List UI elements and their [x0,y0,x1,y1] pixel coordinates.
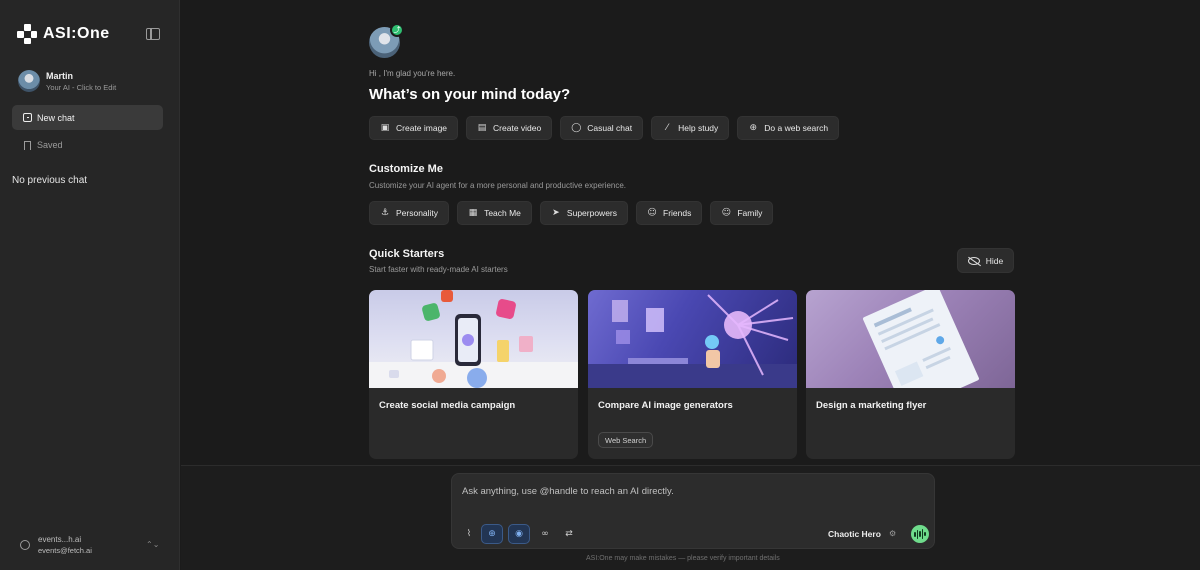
superpowers-button[interactable]: ➤ Superpowers [539,201,629,225]
chevron-updown-icon[interactable]: ⌃⌄ [146,540,159,549]
profile-name: Martin [46,70,73,81]
card-title: Compare AI image generators [598,400,733,411]
film-icon: ▤ [477,123,487,133]
card-illustration [588,290,797,388]
card-illustration [369,290,578,388]
empty-history-text: No previous chat [12,175,88,186]
customize-options: ⚓ Personality ▦ Teach Me ➤ Superpowers ☺… [369,201,774,225]
chip-label: Create video [493,123,542,133]
magic-wand-icon: ⁄ [666,123,668,133]
account-email: events@fetch.ai [38,546,92,555]
model-selector[interactable]: Chaotic Hero [828,529,881,539]
globe-toggle-icon[interactable]: ⊕ [481,524,503,544]
starter-card-social-media[interactable]: Create social media campaign [369,290,578,459]
send-icon: ➤ [552,208,560,218]
printer-icon: ▦ [468,208,478,218]
plus-icon [23,113,32,122]
hide-label: Hide [985,255,1004,266]
collapse-sidebar-icon[interactable] [146,28,160,40]
profile-card[interactable]: Martin Your AI - Click to Edit [18,70,116,92]
swap-icon[interactable]: ⇄ [558,524,580,544]
main-content: ⤴ Hi , I'm glad you're here. What’s on y… [181,0,1200,570]
quick-actions: ▣ Create image ▤ Create video ◯ Casual c… [369,116,840,140]
chat-bubble-icon: ◯ [571,123,582,133]
users-icon: ☺ [721,208,732,218]
teach-me-button[interactable]: ▦ Teach Me [457,201,532,225]
chip-label: Personality [396,208,439,218]
eye-off-icon [967,256,980,265]
social-media-illustration [369,290,578,388]
starter-card-ai-image-generators[interactable]: Compare AI image generators Web Search [588,290,797,459]
casual-chat-button[interactable]: ◯ Casual chat [560,116,644,140]
quick-starters-subtitle: Start faster with ready-made AI starters [369,265,508,274]
app-logo[interactable]: ASI:One [17,24,110,44]
create-video-button[interactable]: ▤ Create video [466,116,553,140]
hide-button[interactable]: Hide [957,248,1014,273]
web-search-tag: Web Search [598,432,654,448]
chip-label: Family [737,208,763,218]
chip-label: Create image [396,123,448,133]
voice-button[interactable] [911,525,929,543]
link-icon[interactable]: ∞ [534,524,556,544]
sidebar: ASI:One Martin Your AI - Click to Edit N… [0,0,180,570]
starter-card-marketing-flyer[interactable]: Design a marketing flyer [806,290,1015,459]
page-title: What’s on your mind today? [369,86,571,103]
quick-starters-title: Quick Starters [369,248,445,260]
greeting-text: Hi , I'm glad you're here. [369,69,456,78]
agent-toggle-icon[interactable]: ◉ [508,524,530,544]
saved-button[interactable]: Saved [24,140,63,150]
customize-subtitle: Customize your AI agent for a more perso… [369,181,627,190]
image-icon: ▣ [380,123,390,133]
family-button[interactable]: ☺ Family [710,201,774,225]
paperclip-icon[interactable]: ⌇ [458,524,480,544]
user-circle-icon [20,540,30,550]
anchor-icon: ⚓ [380,208,390,218]
flyer-illustration [863,290,979,388]
create-image-button[interactable]: ▣ Create image [369,116,459,140]
chip-label: Do a web search [764,123,829,133]
logo-text: ASI:One [43,25,110,42]
account-name: events...h.ai [38,535,82,544]
card-illustration [806,290,1015,388]
new-chat-button[interactable]: New chat [12,105,163,130]
chip-label: Teach Me [484,208,521,218]
chip-label: Friends [663,208,692,218]
logo-icon [17,24,37,44]
chip-label: Superpowers [566,208,618,218]
saved-label: Saved [37,140,63,150]
chip-label: Help study [678,123,719,133]
bookmark-icon [24,140,31,150]
card-title: Create social media campaign [379,400,516,411]
composer: ⌇ ⊕ ◉ ∞ ⇄ Chaotic Hero ⚙ [451,473,935,549]
users-icon: ☺ [647,208,657,218]
personality-button[interactable]: ⚓ Personality [369,201,450,225]
disclaimer-text: ASI:One may make mistakes — please verif… [586,555,780,562]
chat-input[interactable] [462,486,922,497]
gear-icon[interactable]: ⚙ [889,529,896,538]
chip-label: Casual chat [587,123,633,133]
help-study-button[interactable]: ⁄ Help study [651,116,730,140]
account-menu[interactable]: events...h.ai events@fetch.ai [20,535,92,555]
customize-title: Customize Me [369,163,443,175]
share-icon[interactable]: ⤴ [390,23,404,37]
ai-generators-illustration [588,294,797,388]
card-title: Design a marketing flyer [816,400,927,411]
avatar [18,70,40,92]
friends-button[interactable]: ☺ Friends [636,201,703,225]
globe-icon: ⊕ [749,123,758,133]
profile-subtitle: Your AI - Click to Edit [46,82,117,92]
web-search-button[interactable]: ⊕ Do a web search [737,116,840,140]
new-chat-label: New chat [37,112,75,123]
